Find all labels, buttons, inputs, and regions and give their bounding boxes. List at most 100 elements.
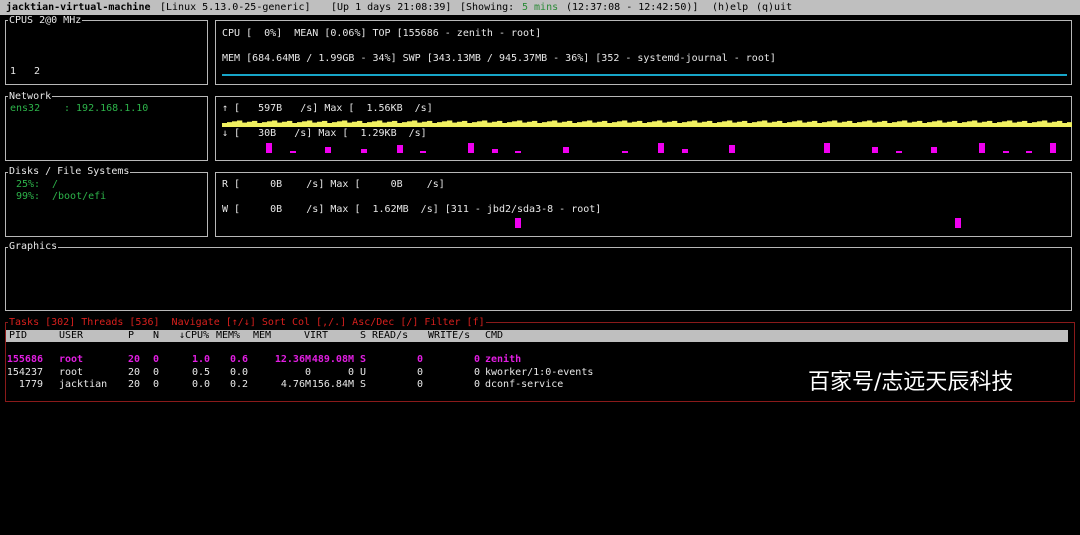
cell-mem: 12.36M bbox=[274, 354, 311, 365]
upload-graph-bar bbox=[812, 120, 818, 127]
upload-graph-bar bbox=[547, 121, 553, 127]
showing-value: 5 mins bbox=[522, 2, 559, 13]
upload-graph-bar bbox=[422, 121, 428, 127]
upload-graph-bar bbox=[437, 122, 443, 127]
col-priority[interactable]: P bbox=[128, 330, 134, 342]
upload-graph-bar bbox=[432, 123, 438, 127]
cell-write: 0 bbox=[473, 367, 480, 378]
col-nice[interactable]: N bbox=[153, 330, 159, 342]
disk-read-rate: R [ 0B /s] Max [ 0B /s] bbox=[222, 179, 445, 190]
network-address: : 192.168.1.10 bbox=[64, 103, 149, 114]
upload-graph-bar bbox=[482, 120, 488, 127]
download-graph-block bbox=[729, 145, 736, 153]
cell-cpu: 1.0 bbox=[191, 354, 210, 365]
download-graph-block bbox=[562, 147, 569, 153]
upload-graph-bar bbox=[532, 120, 538, 127]
upload-graph-bar bbox=[672, 120, 678, 127]
cell-priority: 20 bbox=[128, 354, 141, 365]
upload-graph-bar bbox=[732, 122, 738, 127]
cell-cmd: dconf-service bbox=[485, 379, 564, 390]
cell-cpu: 0.5 bbox=[191, 367, 210, 378]
download-graph-block bbox=[360, 149, 367, 153]
cell-read: 0 bbox=[416, 379, 423, 390]
upload-graph-bar bbox=[937, 120, 943, 127]
cell-state: S bbox=[360, 379, 367, 390]
upload-graph-bar bbox=[852, 123, 858, 127]
time-range: (12:37:08 - 12:42:50)] bbox=[566, 2, 699, 13]
col-user[interactable]: USER bbox=[59, 330, 83, 342]
upload-graph-bar bbox=[427, 120, 433, 127]
upload-graph-bar bbox=[682, 122, 688, 127]
disks-title: Disks / File Systems bbox=[8, 166, 131, 178]
fs-mount-efi[interactable]: /boot/efi bbox=[52, 191, 106, 203]
process-table-header: PID USER P N ↓CPU% MEM% MEM VIRT S READ/… bbox=[6, 330, 1068, 342]
upload-graph-bar bbox=[712, 123, 718, 127]
network-interface[interactable]: ens32 bbox=[10, 103, 40, 115]
cell-nice: 0 bbox=[153, 354, 160, 365]
col-cpu-percent[interactable]: ↓CPU% bbox=[179, 330, 209, 342]
upload-graph-bar bbox=[607, 123, 613, 127]
upload-graph-bar bbox=[777, 120, 783, 127]
upload-graph-bar bbox=[912, 121, 918, 127]
download-graph-block bbox=[325, 147, 332, 153]
upload-graph-bar bbox=[847, 120, 853, 127]
upload-graph-bar bbox=[332, 122, 338, 127]
upload-graph-bar bbox=[762, 120, 768, 127]
upload-graph-bar bbox=[347, 122, 353, 127]
col-virt[interactable]: VIRT bbox=[304, 330, 328, 342]
upload-graph-bar bbox=[387, 121, 393, 127]
upload-graph-bar bbox=[657, 120, 663, 127]
upload-graph-bar bbox=[492, 121, 498, 127]
upload-graph-bar bbox=[312, 122, 318, 127]
cpus-title: CPUS 2@0 MHz bbox=[8, 15, 83, 27]
upload-graph-bar bbox=[302, 121, 308, 127]
upload-graph-bar bbox=[267, 121, 273, 127]
graphics-title: Graphics bbox=[8, 241, 59, 253]
col-cmd[interactable]: CMD bbox=[485, 330, 503, 342]
upload-graph-bar bbox=[567, 120, 573, 127]
upload-graph-bar bbox=[462, 120, 468, 127]
upload-graph-bar bbox=[997, 122, 1003, 127]
upload-graph-bar bbox=[647, 122, 653, 127]
upload-graph-bar bbox=[612, 122, 618, 127]
upload-graph-bar bbox=[722, 121, 728, 127]
upload-graph-bar bbox=[1012, 122, 1018, 127]
upload-graph-bar bbox=[752, 122, 758, 127]
upload-graph-bar bbox=[837, 122, 843, 127]
network-title: Network bbox=[8, 91, 53, 103]
disk-write-rate: W [ 0B /s] Max [ 1.62MB /s] [311 - jbd2/… bbox=[222, 204, 602, 215]
upload-graph-bar bbox=[1007, 120, 1013, 127]
quit-key[interactable]: (q)uit bbox=[756, 2, 792, 14]
upload-graph-bar bbox=[307, 120, 313, 127]
upload-graph-bar bbox=[357, 120, 363, 127]
col-read[interactable]: READ/s bbox=[372, 330, 408, 342]
upload-graph-bar bbox=[822, 122, 828, 127]
upload-graph-bar bbox=[977, 122, 983, 127]
upload-graph-bar bbox=[1042, 120, 1048, 127]
upload-graph-bar bbox=[467, 123, 473, 127]
cell-priority: 20 bbox=[128, 379, 141, 390]
upload-graph-bar bbox=[947, 121, 953, 127]
cell-priority: 20 bbox=[128, 367, 141, 378]
cell-pid: 155686 bbox=[6, 354, 43, 365]
upload-graph-bar bbox=[1027, 123, 1033, 127]
cell-write: 0 bbox=[473, 354, 480, 365]
col-write[interactable]: WRITE/s bbox=[428, 330, 470, 342]
download-graph-block bbox=[871, 147, 878, 153]
upload-graph-bar bbox=[287, 120, 293, 127]
col-pid[interactable]: PID bbox=[9, 330, 27, 342]
col-mem[interactable]: MEM bbox=[253, 330, 271, 342]
upload-graph-bar bbox=[922, 123, 928, 127]
fs-mount-root[interactable]: / bbox=[52, 179, 58, 191]
upload-graph-bar bbox=[652, 121, 658, 127]
mem-usage-line: MEM [684.64MB / 1.99GB - 34%] SWP [343.1… bbox=[222, 53, 776, 64]
download-graph-block bbox=[420, 151, 427, 153]
upload-graph-bar bbox=[297, 122, 303, 127]
upload-graph-bar bbox=[522, 122, 528, 127]
upload-graph-bar bbox=[517, 120, 523, 127]
col-mem-percent[interactable]: MEM% bbox=[216, 330, 240, 342]
col-state[interactable]: S bbox=[360, 330, 366, 342]
upload-graph-bar bbox=[632, 121, 638, 127]
upload-graph-bar bbox=[787, 122, 793, 127]
help-key[interactable]: (h)elp bbox=[712, 2, 748, 14]
